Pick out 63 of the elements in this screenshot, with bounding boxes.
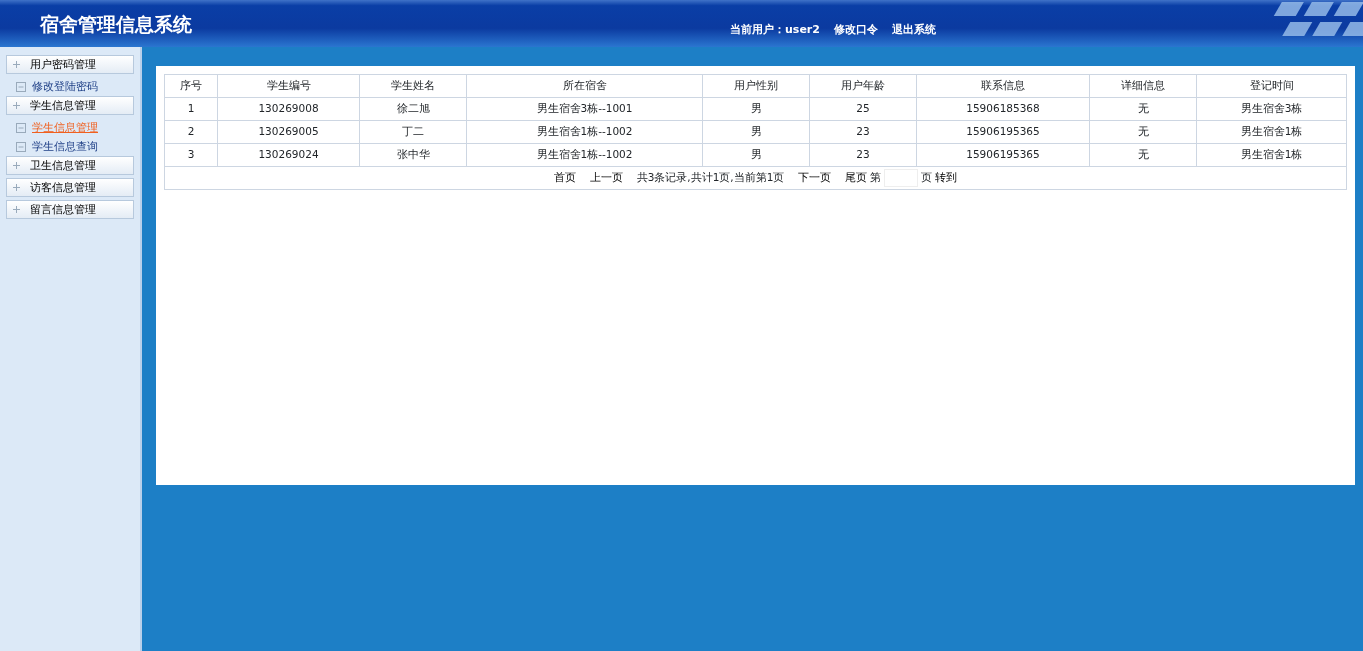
table-cell: 3 [164, 143, 218, 167]
table-cell: 男生宿舍1栋 [1196, 143, 1347, 167]
table-cell: 23 [809, 143, 917, 167]
table-cell: 15906185368 [916, 97, 1090, 121]
column-header: 学生姓名 [359, 74, 467, 98]
column-header: 学生编号 [217, 74, 360, 98]
plus-icon [13, 184, 20, 191]
column-header: 所在宿舍 [466, 74, 703, 98]
pagination-link[interactable]: 下一页 [798, 170, 832, 186]
minus-box-icon [16, 122, 26, 133]
table-cell: 男生宿舍1栋--1002 [466, 143, 703, 167]
table-cell: 15906195365 [916, 120, 1090, 144]
table-cell: 2 [164, 120, 218, 144]
table-cell: 男生宿舍1栋--1002 [466, 120, 703, 144]
table-cell: 男生宿舍3栋--1001 [466, 97, 703, 121]
table-cell: 130269024 [217, 143, 360, 167]
page-label: 第 [870, 170, 882, 186]
sidebar-link[interactable]: 学生信息查询 [32, 138, 98, 155]
table-cell: 23 [809, 120, 917, 144]
table-cell: 男生宿舍3栋 [1196, 97, 1347, 121]
go-link[interactable]: 转到 [935, 170, 958, 186]
column-header: 用户性别 [702, 74, 810, 98]
minus-box-icon [16, 81, 26, 92]
table-cell: 男 [702, 97, 810, 121]
table-cell: 25 [809, 97, 917, 121]
table-cell: 张中华 [359, 143, 467, 167]
pagination-link[interactable]: 上一页 [589, 170, 623, 186]
table-cell: 无 [1089, 97, 1197, 121]
table-cell: 无 [1089, 120, 1197, 144]
table-cell: 男 [702, 143, 810, 167]
column-header: 联系信息 [916, 74, 1090, 98]
table-cell: 无 [1089, 143, 1197, 167]
sidebar-group[interactable]: 卫生信息管理 [6, 156, 134, 175]
table-cell: 徐二旭 [359, 97, 467, 121]
sidebar-link[interactable]: 修改登陆密码 [32, 78, 98, 95]
record-summary: 共3条记录,共计1页,当前第1页 [636, 170, 785, 186]
sidebar-group[interactable]: 用户密码管理 [6, 55, 134, 74]
plus-icon [13, 162, 20, 169]
plus-icon [13, 206, 20, 213]
table-cell: 男 [702, 120, 810, 144]
sidebar-group[interactable]: 学生信息管理 [6, 96, 134, 115]
plus-icon [13, 61, 20, 68]
pagination-link[interactable]: 首页 [553, 170, 576, 186]
current-user-label: 当前用户：user2 [730, 22, 820, 38]
header-link[interactable]: 退出系统 [891, 22, 936, 39]
app-title: 宿舍管理信息系统 [40, 12, 192, 37]
column-header: 序号 [164, 74, 218, 98]
table-cell: 130269008 [217, 97, 360, 121]
table-cell: 男生宿舍1栋 [1196, 120, 1347, 144]
pagination-link[interactable]: 尾页 [845, 170, 868, 186]
table-cell: 130269005 [217, 120, 360, 144]
table-cell: 丁二 [359, 120, 467, 144]
plus-icon [13, 102, 20, 109]
minus-box-icon [16, 141, 26, 152]
column-header: 详细信息 [1089, 74, 1197, 98]
header-link[interactable]: 修改口令 [833, 22, 878, 39]
table-cell: 1 [164, 97, 218, 121]
sidebar-group[interactable]: 访客信息管理 [6, 178, 134, 197]
column-header: 用户年龄 [809, 74, 917, 98]
column-header: 登记时间 [1196, 74, 1347, 98]
sidebar-group[interactable]: 留言信息管理 [6, 200, 134, 219]
page-label: 页 [921, 170, 933, 186]
table-cell: 15906195365 [916, 143, 1090, 167]
